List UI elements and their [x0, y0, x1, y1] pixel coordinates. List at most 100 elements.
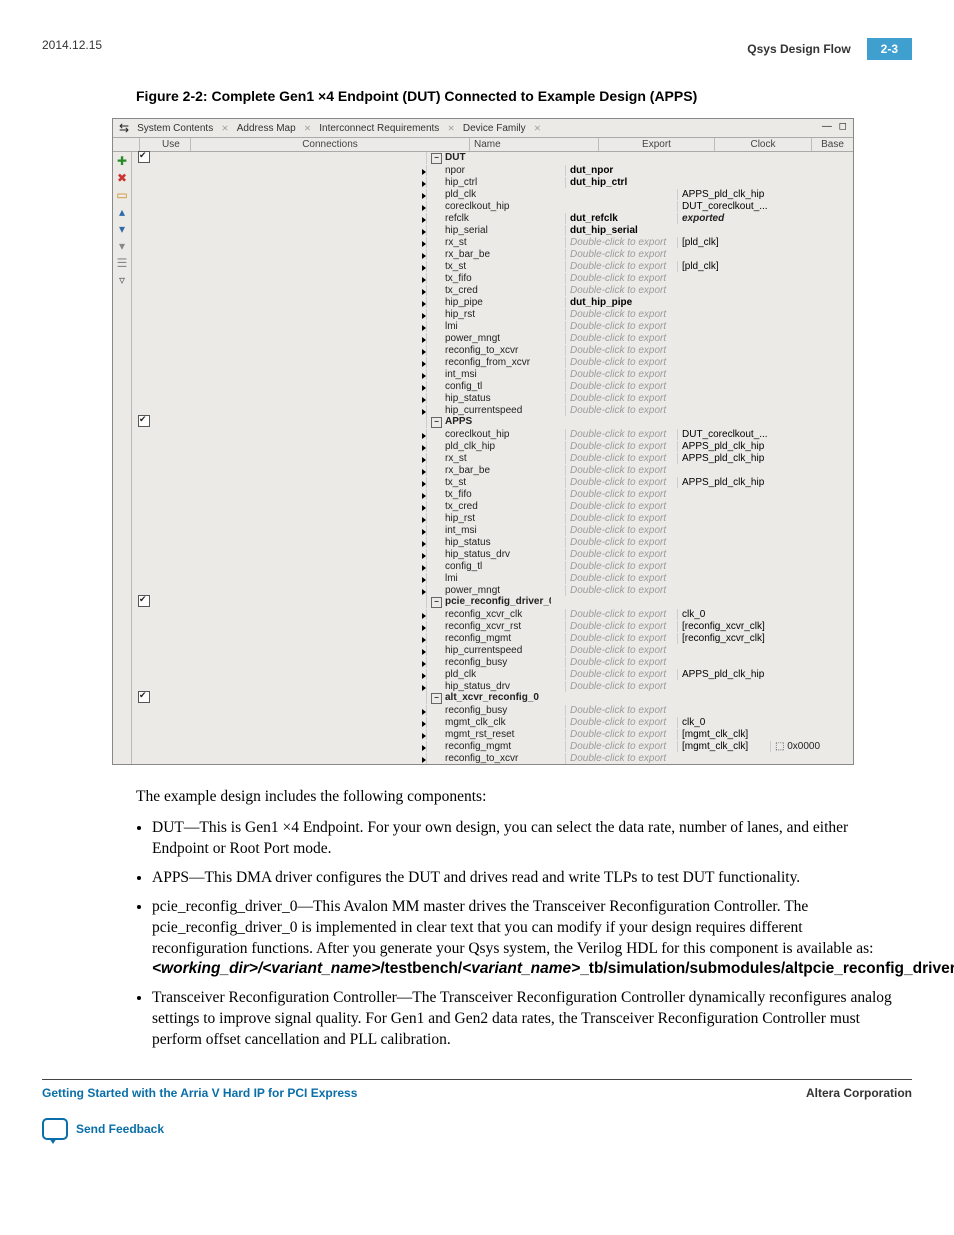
export-placeholder[interactable]: Double-click to export: [570, 441, 666, 452]
connection-cell[interactable]: [156, 428, 426, 440]
use-checkbox[interactable]: [138, 415, 150, 427]
connection-cell[interactable]: [156, 284, 426, 296]
export-placeholder[interactable]: Double-click to export: [570, 645, 666, 656]
export-placeholder[interactable]: Double-click to export: [570, 465, 666, 476]
use-checkbox[interactable]: [138, 595, 150, 607]
component-header[interactable]: −APPS: [426, 416, 551, 428]
export-placeholder[interactable]: Double-click to export: [570, 729, 666, 740]
export-placeholder[interactable]: Double-click to export: [570, 237, 666, 248]
export-placeholder[interactable]: Double-click to export: [570, 285, 666, 296]
connection-cell[interactable]: [156, 608, 426, 620]
export-placeholder[interactable]: Double-click to export: [570, 561, 666, 572]
add-icon[interactable]: ✚: [117, 155, 127, 167]
connection-cell[interactable]: [156, 440, 426, 452]
export-placeholder[interactable]: Double-click to export: [570, 273, 666, 284]
connection-cell[interactable]: [156, 200, 426, 212]
export-placeholder[interactable]: Double-click to export: [570, 453, 666, 464]
connection-cell[interactable]: [156, 368, 426, 380]
connection-cell[interactable]: [156, 404, 426, 416]
connection-cell[interactable]: [156, 320, 426, 332]
send-feedback-link[interactable]: Send Feedback: [76, 1122, 164, 1136]
connection-cell[interactable]: [156, 260, 426, 272]
connection-cell[interactable]: [156, 212, 426, 224]
connection-cell[interactable]: [156, 632, 426, 644]
export-placeholder[interactable]: Double-click to export: [570, 681, 666, 692]
collapse-icon[interactable]: ▾: [119, 240, 125, 252]
connection-cell[interactable]: [156, 476, 426, 488]
connection-cell[interactable]: [156, 704, 426, 716]
export-placeholder[interactable]: Double-click to export: [570, 705, 666, 716]
export-placeholder[interactable]: Double-click to export: [570, 549, 666, 560]
edit-icon[interactable]: ▭: [116, 189, 127, 201]
export-placeholder[interactable]: Double-click to export: [570, 609, 666, 620]
connection-cell[interactable]: [156, 248, 426, 260]
export-placeholder[interactable]: Double-click to export: [570, 717, 666, 728]
export-placeholder[interactable]: Double-click to export: [570, 621, 666, 632]
feedback-icon[interactable]: [42, 1118, 68, 1140]
move-up-icon[interactable]: ▴: [119, 206, 125, 218]
filter-icon[interactable]: ▿: [119, 274, 125, 286]
component-header[interactable]: −DUT: [426, 152, 551, 164]
connection-cell[interactable]: [156, 656, 426, 668]
connection-cell[interactable]: [156, 512, 426, 524]
export-placeholder[interactable]: Double-click to export: [570, 513, 666, 524]
export-placeholder[interactable]: Double-click to export: [570, 369, 666, 380]
tab-device-family[interactable]: Device Family: [463, 123, 526, 134]
connection-cell[interactable]: [156, 392, 426, 404]
connection-cell[interactable]: [156, 560, 426, 572]
tab-interconnect-requirements[interactable]: Interconnect Requirements: [319, 123, 439, 134]
connection-cell[interactable]: [156, 272, 426, 284]
tab-system-contents[interactable]: System Contents: [137, 123, 213, 134]
connection-cell[interactable]: [156, 488, 426, 500]
export-placeholder[interactable]: Double-click to export: [570, 501, 666, 512]
connection-cell[interactable]: [156, 716, 426, 728]
connection-cell[interactable]: [156, 620, 426, 632]
export-name[interactable]: dut_npor: [570, 165, 613, 176]
export-placeholder[interactable]: Double-click to export: [570, 309, 666, 320]
connection-cell[interactable]: [156, 176, 426, 188]
connection-cell[interactable]: [156, 500, 426, 512]
connection-cell[interactable]: [156, 584, 426, 596]
delete-icon[interactable]: ✖: [117, 172, 127, 184]
connection-cell[interactable]: [156, 452, 426, 464]
export-name[interactable]: dut_hip_serial: [570, 225, 638, 236]
connection-cell[interactable]: [156, 236, 426, 248]
connection-cell[interactable]: [156, 680, 426, 692]
tab-address-map[interactable]: Address Map: [237, 123, 296, 134]
connection-cell[interactable]: [156, 224, 426, 236]
export-placeholder[interactable]: Double-click to export: [570, 393, 666, 404]
move-down-icon[interactable]: ▾: [119, 223, 125, 235]
export-name[interactable]: dut_hip_pipe: [570, 297, 632, 308]
connection-cell[interactable]: [156, 524, 426, 536]
connection-cell[interactable]: [156, 644, 426, 656]
connection-cell[interactable]: [156, 536, 426, 548]
export-placeholder[interactable]: Double-click to export: [570, 753, 666, 764]
connection-cell[interactable]: [156, 356, 426, 368]
connection-cell[interactable]: [156, 188, 426, 200]
connection-cell[interactable]: [156, 308, 426, 320]
export-placeholder[interactable]: Double-click to export: [570, 261, 666, 272]
export-placeholder[interactable]: Double-click to export: [570, 657, 666, 668]
export-placeholder[interactable]: Double-click to export: [570, 741, 666, 752]
export-placeholder[interactable]: Double-click to export: [570, 321, 666, 332]
connection-cell[interactable]: [156, 548, 426, 560]
export-placeholder[interactable]: Double-click to export: [570, 357, 666, 368]
connection-cell[interactable]: [156, 380, 426, 392]
connection-cell[interactable]: [156, 668, 426, 680]
connection-cell[interactable]: [156, 572, 426, 584]
export-placeholder[interactable]: Double-click to export: [570, 477, 666, 488]
connection-cell[interactable]: [156, 296, 426, 308]
expand-icon[interactable]: ☰: [117, 257, 128, 269]
connection-cell[interactable]: [156, 728, 426, 740]
component-header[interactable]: −alt_xcvr_reconfig_0: [426, 692, 551, 704]
export-placeholder[interactable]: Double-click to export: [570, 381, 666, 392]
connection-cell[interactable]: [156, 344, 426, 356]
component-header[interactable]: −pcie_reconfig_driver_0: [426, 596, 551, 608]
export-name[interactable]: dut_hip_ctrl: [570, 177, 627, 188]
export-placeholder[interactable]: Double-click to export: [570, 429, 666, 440]
export-placeholder[interactable]: Double-click to export: [570, 489, 666, 500]
export-placeholder[interactable]: Double-click to export: [570, 585, 666, 596]
connection-cell[interactable]: [156, 164, 426, 176]
export-placeholder[interactable]: Double-click to export: [570, 669, 666, 680]
export-placeholder[interactable]: Double-click to export: [570, 573, 666, 584]
